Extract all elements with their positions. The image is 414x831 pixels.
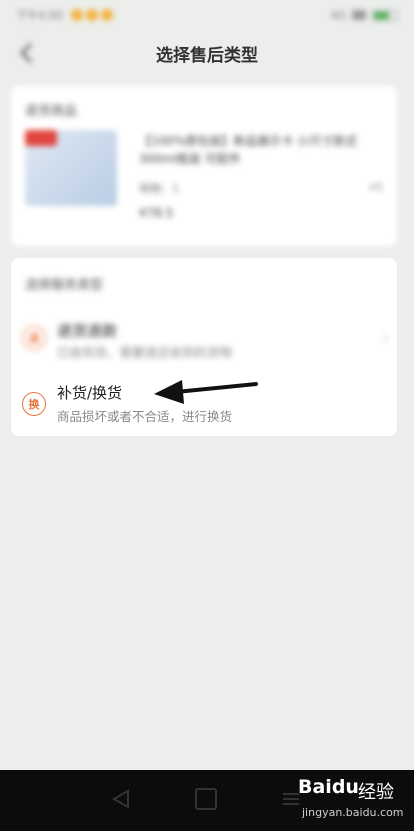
signal-text: 4G (330, 8, 346, 22)
page-title: 选择售后类型 (156, 45, 258, 66)
option-return-refund[interactable]: 退 退货退款 已收到货，需要退还收到的货物 › (11, 316, 397, 376)
option-description: 商品损坏或者不合适，进行换货 (57, 409, 233, 424)
wifi-icon (352, 10, 366, 20)
chevron-left-icon (20, 43, 32, 63)
back-button[interactable] (14, 40, 38, 66)
product-card: 退货商品 【100%原包装】新品展示卡 小尺寸款式300ml瓶装 可配件 规格：… (11, 86, 397, 246)
watermark-logo: Baidu (298, 776, 359, 798)
product-quantity: x1 (369, 180, 383, 193)
option-title: 补货/换货 (57, 384, 123, 402)
nav-back-button[interactable] (110, 788, 132, 810)
status-right: 4G (330, 9, 398, 22)
service-type-card: 选择服务类型 退 退货退款 已收到货，需要退还收到的货物 › 换 补货/换货 商… (11, 258, 397, 436)
product-title: 【100%原包装】新品展示卡 小尺寸款式300ml瓶装 可配件 (139, 134, 358, 166)
status-time: 下午4:00 (16, 9, 63, 22)
option-title: 退货退款 (57, 322, 118, 340)
chevron-right-icon: › (382, 328, 389, 347)
return-icon: 退 (22, 326, 46, 350)
service-section-label: 选择服务类型 (25, 278, 104, 293)
option-description: 已收到货，需要退还收到的货物 (57, 345, 233, 360)
product-price: ¥78.5 (139, 206, 174, 220)
triangle-back-icon (111, 789, 129, 809)
notification-icons (70, 9, 113, 21)
watermark-url: jingyan.baidu.com (302, 806, 404, 819)
battery-icon (372, 9, 398, 21)
baidu-jingyan-watermark: Baidu 经验 jingyan.baidu.com (298, 776, 410, 824)
nav-home-button[interactable] (195, 788, 217, 810)
annotation-arrow-icon (154, 380, 258, 404)
product-tag-badge (25, 130, 57, 146)
product-section-label: 退货商品 (25, 104, 78, 119)
product-spec: 规格：1 (139, 182, 179, 195)
status-bar: 下午4:00 4G (0, 0, 414, 30)
watermark-cn-text: 经验 (358, 782, 394, 803)
header: 选择售后类型 (0, 30, 414, 76)
exchange-icon: 换 (22, 392, 46, 416)
